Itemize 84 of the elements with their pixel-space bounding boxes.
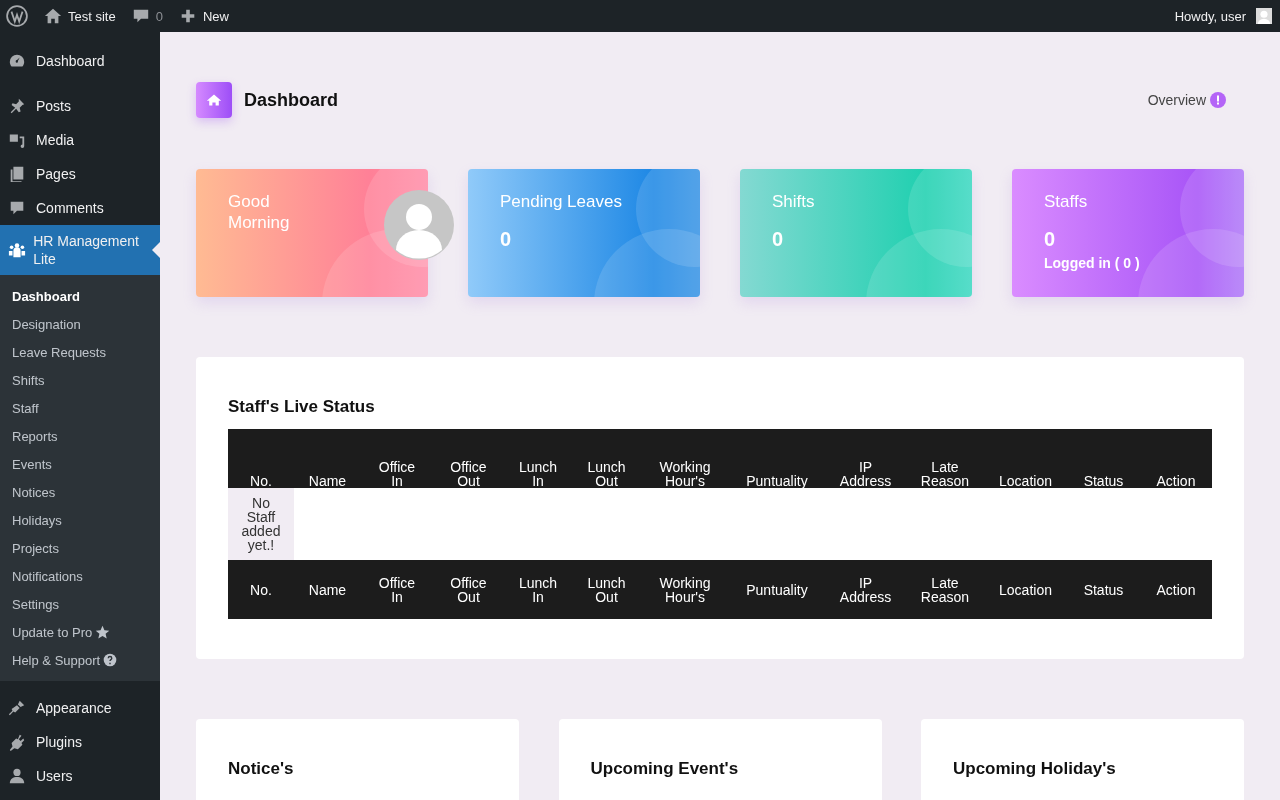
column-header: Working Hour's bbox=[641, 429, 729, 488]
column-footer: Puntuality bbox=[729, 560, 825, 619]
column-header: Status bbox=[1067, 429, 1140, 488]
submenu-item[interactable]: Notifications bbox=[0, 562, 160, 590]
column-header: IP Address bbox=[825, 429, 906, 488]
card-value: 0 bbox=[772, 228, 785, 251]
plug-icon bbox=[8, 733, 26, 751]
column-header: Action bbox=[1140, 429, 1212, 488]
avatar-icon bbox=[384, 190, 454, 260]
column-footer: IP Address bbox=[825, 560, 906, 619]
home-icon bbox=[44, 7, 62, 25]
column-header: Office In bbox=[361, 429, 433, 488]
comment-icon bbox=[131, 7, 150, 25]
submenu-item[interactable]: Events bbox=[0, 450, 160, 478]
home-icon bbox=[196, 82, 232, 118]
column-footer: Office Out bbox=[433, 560, 504, 619]
submenu-item[interactable]: Help & Support bbox=[0, 646, 160, 674]
help-icon bbox=[103, 653, 118, 667]
column-footer: No. bbox=[228, 560, 294, 619]
card-value: 0 bbox=[1044, 228, 1057, 251]
wordpress-logo-icon[interactable] bbox=[6, 5, 28, 27]
panel-title: Notice's bbox=[228, 759, 295, 779]
card-value: 0 bbox=[500, 228, 513, 251]
account-link[interactable]: Howdy, user bbox=[1174, 8, 1272, 24]
submenu-item[interactable]: Designation bbox=[0, 310, 160, 338]
submenu-item[interactable]: Dashboard bbox=[0, 282, 160, 310]
column-footer: Working Hour's bbox=[641, 560, 729, 619]
sidebar-item[interactable]: Users bbox=[0, 759, 160, 793]
column-header: No. bbox=[228, 429, 294, 488]
column-footer: Action bbox=[1140, 560, 1212, 619]
empty-message: No Staff added yet.! bbox=[228, 488, 294, 560]
submenu-item[interactable]: Staff bbox=[0, 394, 160, 422]
people-icon bbox=[8, 241, 26, 259]
sidebar-item[interactable]: Pages bbox=[0, 157, 160, 191]
card-subtitle: Logged in ( 0 ) bbox=[1044, 255, 1141, 271]
card-title: Pending Leaves bbox=[500, 191, 623, 212]
panel-title: Upcoming Event's bbox=[590, 759, 740, 779]
submenu-item[interactable]: Leave Requests bbox=[0, 338, 160, 366]
card-title: Staffs bbox=[1044, 191, 1089, 212]
pin-icon bbox=[8, 97, 26, 115]
panel-title: Staff's Live Status bbox=[228, 397, 376, 417]
column-header: Puntuality bbox=[729, 429, 825, 488]
sidebar-item[interactable]: Posts bbox=[0, 89, 160, 123]
column-header: Location bbox=[984, 429, 1067, 488]
avatar-icon bbox=[1256, 8, 1272, 24]
pages-icon bbox=[8, 165, 26, 183]
comments-link[interactable]: 0 bbox=[131, 7, 163, 25]
overview-link[interactable]: Overview bbox=[1147, 92, 1226, 108]
submenu-item[interactable]: Shifts bbox=[0, 366, 160, 394]
submenu-item[interactable]: Update to Pro bbox=[0, 618, 160, 646]
sidebar-item[interactable]: Comments bbox=[0, 191, 160, 225]
greeting-text: Good Morning bbox=[228, 191, 291, 233]
column-footer: Lunch In bbox=[504, 560, 572, 619]
submenu-item[interactable]: Settings bbox=[0, 590, 160, 618]
comment-icon bbox=[8, 199, 26, 217]
panel-title: Upcoming Holiday's bbox=[953, 759, 1117, 779]
submenu-item[interactable]: Notices bbox=[0, 478, 160, 506]
column-header: Lunch In bbox=[504, 429, 572, 488]
submenu-item[interactable]: Holidays bbox=[0, 506, 160, 534]
column-header: Office Out bbox=[433, 429, 504, 488]
new-link[interactable]: New bbox=[178, 7, 229, 25]
info-icon bbox=[1210, 92, 1226, 108]
column-footer: Lunch Out bbox=[572, 560, 641, 619]
site-name-link[interactable]: Test site bbox=[44, 7, 116, 25]
column-header: Name bbox=[294, 429, 361, 488]
submenu-item[interactable]: Projects bbox=[0, 534, 160, 562]
column-header: Late Reason bbox=[906, 429, 984, 488]
column-header: Lunch Out bbox=[572, 429, 641, 488]
column-footer: Office In bbox=[361, 560, 433, 619]
user-icon bbox=[8, 767, 26, 785]
page-title: Dashboard bbox=[244, 89, 339, 111]
star-icon bbox=[95, 624, 111, 640]
sidebar-item[interactable]: Media bbox=[0, 123, 160, 157]
column-footer: Name bbox=[294, 560, 361, 619]
column-footer: Late Reason bbox=[906, 560, 984, 619]
submenu-item[interactable]: Reports bbox=[0, 422, 160, 450]
brush-icon bbox=[8, 699, 26, 717]
column-footer: Status bbox=[1067, 560, 1140, 619]
sidebar-item[interactable]: Appearance bbox=[0, 691, 160, 725]
sidebar-item[interactable]: Dashboard bbox=[0, 44, 160, 78]
column-footer: Location bbox=[984, 560, 1067, 619]
sidebar-item[interactable]: HR Management Lite bbox=[0, 225, 160, 275]
sidebar-item[interactable]: Plugins bbox=[0, 725, 160, 759]
card-title: Shifts bbox=[772, 191, 816, 212]
